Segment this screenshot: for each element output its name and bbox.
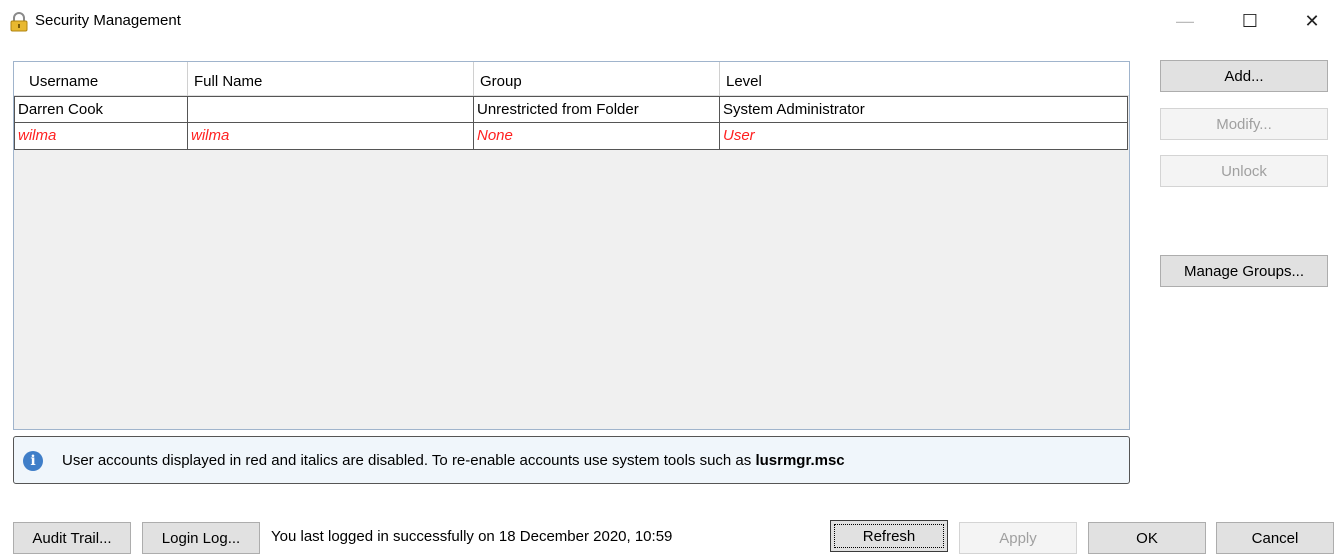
info-icon: i	[23, 451, 43, 471]
column-header-group[interactable]: Group	[473, 62, 719, 96]
table-row[interactable]: Darren Cook Unrestricted from Folder Sys…	[14, 96, 1128, 123]
cancel-button[interactable]: Cancel	[1216, 522, 1334, 554]
title-bar: Security Management — ☐ ✕	[0, 0, 1341, 44]
cell-full-name	[187, 97, 473, 123]
login-log-button[interactable]: Login Log...	[142, 522, 260, 554]
minimize-button[interactable]: —	[1163, 6, 1207, 36]
audit-trail-button[interactable]: Audit Trail...	[13, 522, 131, 554]
lock-icon	[10, 12, 28, 32]
apply-button[interactable]: Apply	[959, 522, 1077, 554]
ok-button[interactable]: OK	[1088, 522, 1206, 554]
cell-level: System Administrator	[719, 97, 1127, 123]
cell-group: None	[473, 123, 719, 149]
maximize-button[interactable]: ☐	[1228, 6, 1272, 36]
column-header-full-name[interactable]: Full Name	[187, 62, 473, 96]
cell-username: Darren Cook	[18, 101, 104, 118]
column-header-username[interactable]: Username	[23, 62, 187, 96]
manage-groups-button[interactable]: Manage Groups...	[1160, 255, 1328, 287]
info-message-text: User accounts displayed in red and itali…	[62, 452, 756, 469]
modify-button[interactable]: Modify...	[1160, 108, 1328, 140]
cell-full-name: wilma	[187, 123, 473, 149]
refresh-button[interactable]: Refresh	[830, 520, 948, 552]
table-row-disabled[interactable]: wilma wilma None User	[14, 123, 1128, 150]
column-header-level[interactable]: Level	[719, 62, 1129, 96]
cell-level: User	[719, 123, 1127, 149]
cell-group: Unrestricted from Folder	[473, 97, 719, 123]
close-button[interactable]: ✕	[1290, 6, 1334, 36]
last-login-status: You last logged in successfully on 18 De…	[271, 528, 673, 545]
users-table[interactable]: Username Full Name Group Level Darren Co…	[13, 61, 1130, 430]
cell-username: wilma	[18, 127, 57, 144]
info-banner: i User accounts displayed in red and ita…	[13, 436, 1130, 484]
info-message: User accounts displayed in red and itali…	[62, 452, 845, 469]
add-button[interactable]: Add...	[1160, 60, 1328, 92]
table-header: Username Full Name Group Level	[14, 62, 1129, 96]
info-tool-name: lusrmgr.msc	[755, 452, 845, 469]
unlock-button[interactable]: Unlock	[1160, 155, 1328, 187]
window-title: Security Management	[35, 12, 181, 29]
